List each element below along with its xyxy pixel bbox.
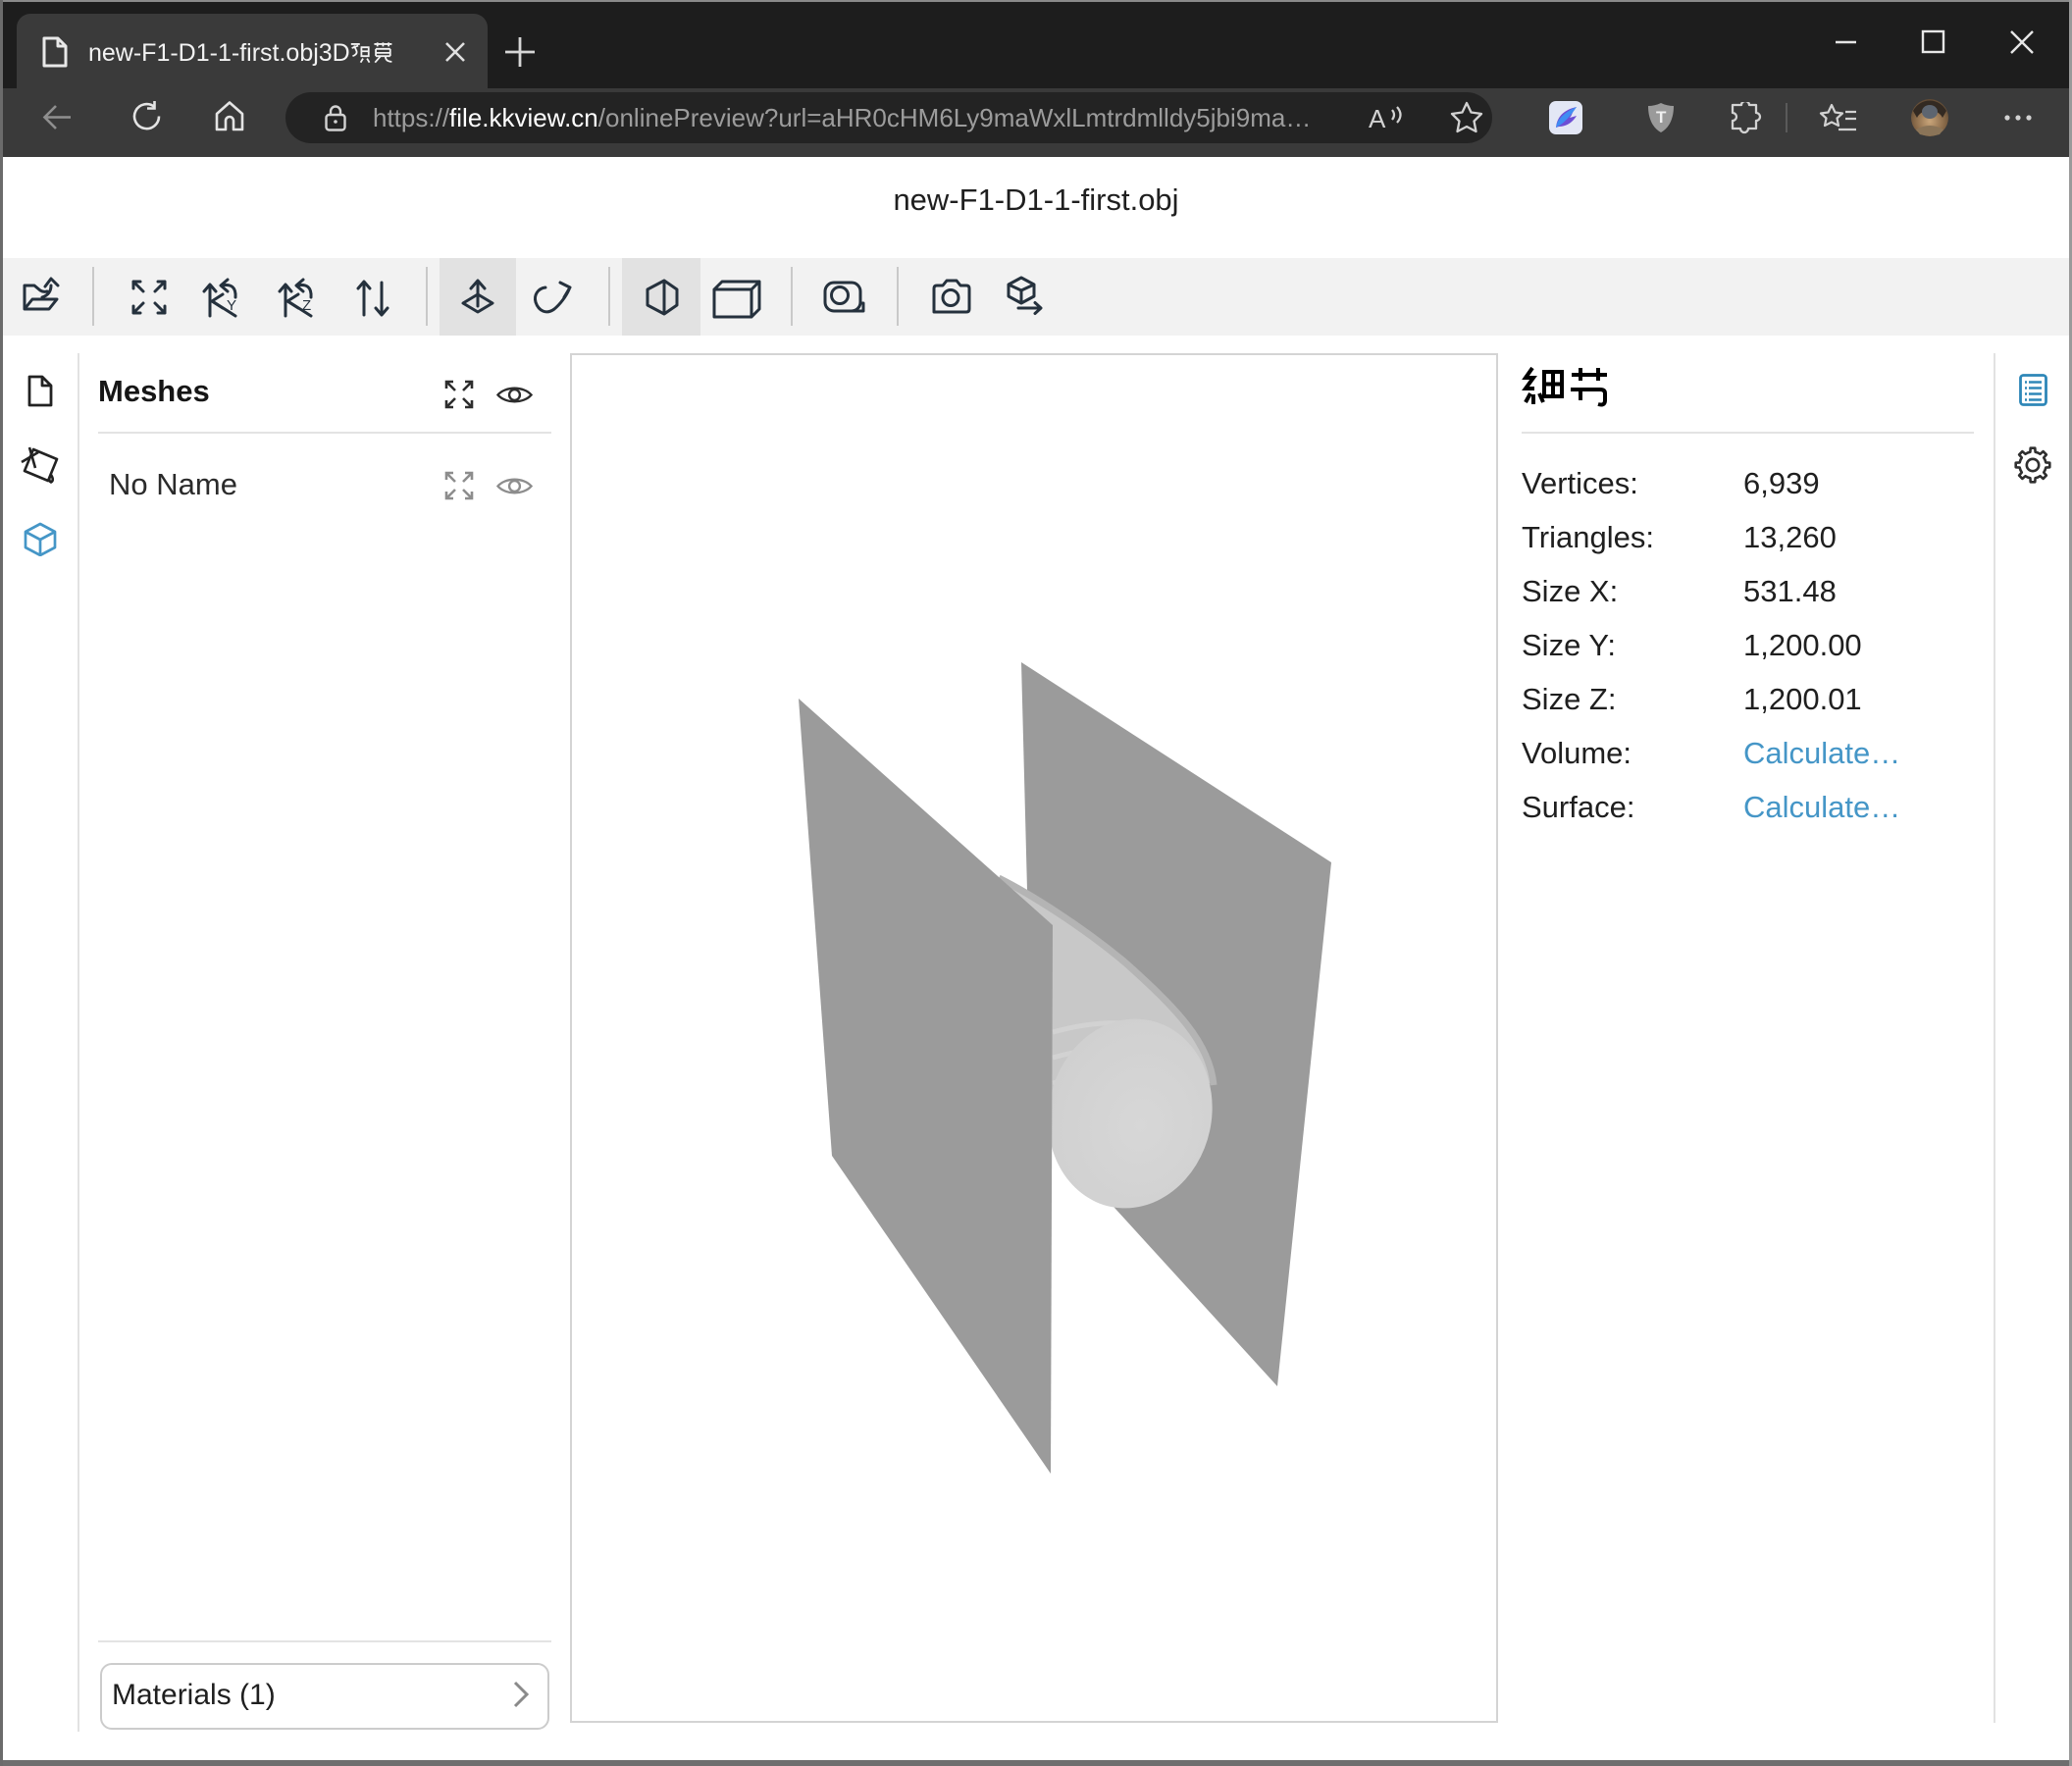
svg-text:Z: Z [302, 297, 311, 314]
svg-text:A: A [1369, 104, 1386, 133]
svg-text:T: T [1656, 108, 1667, 127]
svg-text:Y: Y [227, 297, 236, 314]
